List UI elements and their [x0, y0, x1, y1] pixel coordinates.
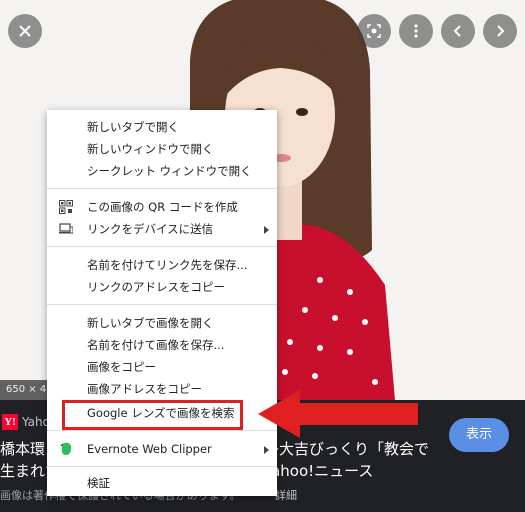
menu-item-label: 名前を付けて画像を保存...: [87, 338, 225, 352]
menu-item-label: 新しいタブで開く: [87, 120, 179, 134]
menu-item-open-new-window[interactable]: 新しいウィンドウで開く: [47, 138, 277, 160]
menu-separator: [47, 466, 277, 467]
red-arrow-icon: [258, 390, 418, 438]
menu-item-label: 検証: [87, 476, 110, 490]
menu-item-label: Evernote Web Clipper: [87, 442, 212, 456]
menu-item-save-link-as[interactable]: 名前を付けてリンク先を保存...: [47, 254, 277, 276]
menu-item-label: リンクのアドレスをコピー: [87, 280, 225, 294]
image-title-part[interactable]: Yahoo!ニュース: [264, 460, 373, 481]
menu-item-label: 画像アドレスをコピー: [87, 382, 202, 396]
menu-item-open-incognito[interactable]: シークレット ウィンドウで開く: [47, 160, 277, 182]
lens-icon: [367, 24, 381, 38]
menu-item-open-new-tab[interactable]: 新しいタブで開く: [47, 116, 277, 138]
more-options-button[interactable]: [399, 14, 433, 48]
menu-item-label: シークレット ウィンドウで開く: [87, 164, 252, 178]
previous-button[interactable]: [441, 14, 475, 48]
image-title-part[interactable]: 多大吉びっくり「教会で: [264, 438, 429, 459]
menu-item-save-image-as[interactable]: 名前を付けて画像を保存...: [47, 334, 277, 356]
chevron-left-icon: [453, 25, 461, 37]
menu-separator: [47, 188, 277, 189]
next-button[interactable]: [483, 14, 517, 48]
evernote-icon: [60, 442, 72, 455]
submenu-arrow-icon: [264, 446, 269, 454]
chevron-right-icon: [497, 25, 505, 37]
menu-separator: [47, 430, 277, 431]
menu-item-copy-image[interactable]: 画像をコピー: [47, 356, 277, 378]
menu-item-copy-image-address[interactable]: 画像アドレスをコピー: [47, 378, 277, 400]
yahoo-icon: Y!: [2, 414, 18, 430]
close-icon: [19, 25, 31, 37]
menu-item-label: この画像の QR コードを作成: [87, 200, 238, 214]
menu-item-evernote-web-clipper[interactable]: Evernote Web Clipper: [47, 438, 277, 460]
menu-item-label: リンクをデバイスに送信: [87, 222, 214, 236]
menu-item-label: 新しいウィンドウで開く: [87, 142, 214, 156]
view-button[interactable]: 表示: [449, 418, 509, 452]
menu-item-send-to-devices[interactable]: リンクをデバイスに送信: [47, 218, 277, 240]
highlight-box: [62, 400, 243, 430]
menu-item-open-image-new-tab[interactable]: 新しいタブで画像を開く: [47, 312, 277, 334]
image-title-part[interactable]: 橋本環: [0, 438, 45, 459]
menu-separator: [47, 246, 277, 247]
menu-item-label: 名前を付けてリンク先を保存...: [87, 258, 248, 272]
qr-icon: [59, 200, 73, 214]
context-menu: 新しいタブで開く 新しいウィンドウで開く シークレット ウィンドウで開く この画…: [47, 110, 277, 496]
submenu-arrow-icon: [264, 226, 269, 234]
close-button[interactable]: [8, 14, 42, 48]
menu-item-create-qr[interactable]: この画像の QR コードを作成: [47, 196, 277, 218]
lens-button[interactable]: [357, 14, 391, 48]
source-name[interactable]: Yaho: [22, 415, 50, 429]
menu-item-label: 画像をコピー: [87, 360, 156, 374]
menu-item-label: 新しいタブで画像を開く: [87, 316, 214, 330]
menu-item-copy-link-address[interactable]: リンクのアドレスをコピー: [47, 276, 277, 298]
details-link[interactable]: 詳細: [275, 487, 297, 503]
menu-item-inspect[interactable]: 検証: [47, 472, 277, 494]
menu-separator: [47, 304, 277, 305]
more-icon: [414, 24, 418, 38]
devices-icon: [59, 223, 73, 234]
